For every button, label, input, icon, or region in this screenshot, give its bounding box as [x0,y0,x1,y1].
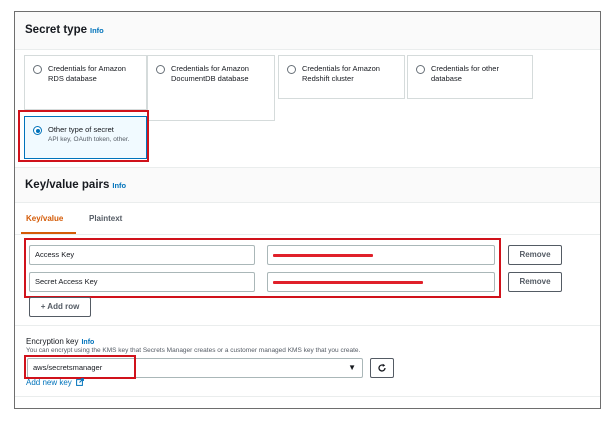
redaction-mark-access-key [273,254,373,257]
option-documentdb-label: Credentials for Amazon DocumentDB databa… [171,64,249,83]
tab-key-value[interactable]: Key/value [26,214,63,223]
encryption-key-selected-value: aws/secretsmanager [33,363,103,372]
secret-type-title: Secret type Info [25,24,104,36]
option-other-secret-label: Other type of secret [48,125,114,134]
secret-type-info-link[interactable]: Info [90,26,104,35]
add-row-button[interactable]: + Add row [29,297,91,317]
refresh-keys-button[interactable] [370,358,394,378]
radio-documentdb[interactable] [156,65,165,74]
option-other-database-credentials[interactable]: Credentials for other database [407,55,533,99]
radio-redshift[interactable] [287,65,296,74]
secret-form-panel: Secret type Info Credentials for Amazon R… [14,11,601,409]
redaction-mark-secret-access-key [273,281,423,284]
option-rds-credentials[interactable]: Credentials for Amazon RDS database [24,55,147,110]
key-input-access-key[interactable]: Access Key [29,245,255,265]
remove-button-row-1[interactable]: Remove [508,245,562,265]
external-link-icon [76,378,84,386]
radio-rds[interactable] [33,65,42,74]
bottom-divider [15,396,600,397]
option-other-secret[interactable]: Other type of secret API key, OAuth toke… [24,116,147,159]
option-rds-label: Credentials for Amazon RDS database [48,64,126,83]
tab-divider [15,234,600,235]
remove-button-row-2[interactable]: Remove [508,272,562,292]
kv-pairs-header: Key/value pairs Info [15,167,600,203]
radio-other-database[interactable] [416,65,425,74]
encryption-key-info-link[interactable]: Info [81,339,94,346]
encryption-key-description: You can encrypt using the KMS key that S… [26,347,361,354]
dropdown-caret-icon[interactable]: ▼ [348,359,356,377]
add-new-key-link[interactable]: Add new key [26,378,84,387]
key-input-secret-access-key[interactable]: Secret Access Key [29,272,255,292]
option-documentdb-credentials[interactable]: Credentials for Amazon DocumentDB databa… [147,55,275,121]
secret-type-header: Secret type Info [15,12,600,50]
encryption-key-label: Encryption key Info [26,337,95,346]
refresh-icon [378,363,386,372]
option-other-database-label: Credentials for other database [431,64,499,83]
kv-pairs-title: Key/value pairs Info [25,179,127,191]
option-other-secret-description: API key, OAuth token, other. [48,136,130,143]
section-divider [15,325,600,326]
kv-pairs-info-link[interactable]: Info [112,181,126,190]
radio-other-secret[interactable] [33,126,42,135]
option-redshift-label: Credentials for Amazon Redshift cluster [302,64,380,83]
encryption-key-select[interactable]: aws/secretsmanager ▼ [27,358,363,378]
option-redshift-credentials[interactable]: Credentials for Amazon Redshift cluster [278,55,405,99]
tab-plaintext[interactable]: Plaintext [89,214,122,223]
